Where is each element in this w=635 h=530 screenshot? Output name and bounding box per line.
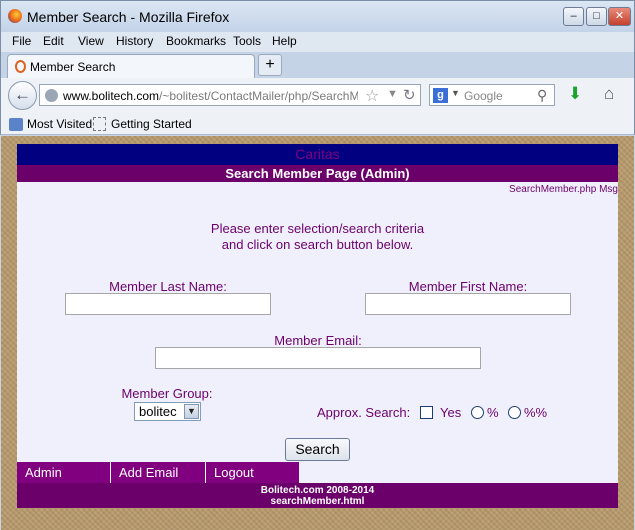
last-name-label: Member Last Name: bbox=[109, 279, 227, 294]
menu-file[interactable]: File bbox=[12, 34, 31, 48]
first-name-field[interactable] bbox=[365, 293, 571, 315]
last-name-field[interactable] bbox=[65, 293, 271, 315]
email-field[interactable] bbox=[155, 347, 481, 369]
home-icon[interactable]: ⌂ bbox=[604, 84, 614, 104]
group-label: Member Group: bbox=[121, 386, 213, 401]
back-button[interactable]: ← bbox=[8, 81, 37, 110]
page-title: Search Member Page (Admin) bbox=[17, 165, 618, 182]
approx-percent-label: % bbox=[487, 405, 499, 420]
globe-icon bbox=[45, 89, 58, 102]
first-name-label: Member First Name: bbox=[408, 279, 528, 294]
firefox-logo-icon bbox=[8, 9, 22, 23]
page-nav: Admin Add Email Logout bbox=[17, 462, 299, 483]
window-title: Member Search - Mozilla Firefox bbox=[27, 9, 230, 25]
approx-double-percent-label: %% bbox=[524, 405, 548, 420]
bookmark-star-icon[interactable]: ☆ bbox=[365, 86, 379, 106]
maximize-button[interactable]: □ bbox=[586, 7, 607, 26]
page-viewport: Caritas Search Member Page (Admin) Searc… bbox=[1, 136, 634, 530]
email-label: Member Email: bbox=[274, 333, 362, 348]
page-icon bbox=[15, 60, 26, 73]
search-button[interactable]: Search bbox=[285, 438, 350, 461]
instructions-line-2: and click on search button below. bbox=[221, 237, 414, 252]
minimize-button[interactable]: – bbox=[563, 7, 584, 26]
bookmarks-bar: Most Visited Getting Started bbox=[0, 113, 635, 135]
chevron-down-icon[interactable]: ▼ bbox=[184, 404, 199, 419]
most-visited-icon bbox=[9, 118, 23, 131]
footer-copyright: Bolitech.com 2008-2014 bbox=[260, 485, 375, 496]
navigation-bar: ← www.bolitech.com/~bolitest/ContactMail… bbox=[0, 78, 635, 113]
url-path: /~bolitest/ContactMailer/php/SearchMembe bbox=[159, 89, 358, 103]
approx-percent-radio[interactable] bbox=[471, 406, 484, 419]
search-engine-dropdown-icon[interactable]: ▼ bbox=[451, 88, 460, 98]
site-header: Caritas bbox=[17, 144, 618, 165]
nav-logout-link[interactable]: Logout bbox=[206, 462, 299, 483]
menu-bar: File Edit View History Bookmarks Tools H… bbox=[0, 32, 635, 52]
msg-link[interactable]: SearchMember.php Msg bbox=[509, 184, 618, 195]
menu-edit[interactable]: Edit bbox=[43, 34, 64, 48]
getting-started-icon bbox=[93, 117, 106, 131]
instructions-line-1: Please enter selection/search criteria bbox=[210, 221, 425, 236]
content-panel: Caritas Search Member Page (Admin) Searc… bbox=[17, 144, 618, 508]
reload-icon[interactable]: ↻ bbox=[403, 86, 416, 104]
footer-filename: searchMember.html bbox=[270, 496, 365, 507]
search-box[interactable]: g ▼ Google ⚲ bbox=[429, 84, 555, 106]
tab-bar: Member Search + bbox=[0, 52, 635, 78]
menu-history[interactable]: History bbox=[116, 34, 153, 48]
menu-view[interactable]: View bbox=[78, 34, 104, 48]
new-tab-button[interactable]: + bbox=[258, 54, 282, 76]
bookmark-most-visited[interactable]: Most Visited bbox=[27, 117, 92, 131]
search-icon[interactable]: ⚲ bbox=[537, 87, 547, 104]
group-selected-value: bolitec bbox=[139, 404, 177, 419]
url-bar[interactable]: www.bolitech.com/~bolitest/ContactMailer… bbox=[39, 84, 421, 106]
menu-bookmarks[interactable]: Bookmarks bbox=[166, 34, 226, 48]
approx-yes-checkbox[interactable] bbox=[420, 406, 433, 419]
approx-yes-label: Yes bbox=[440, 405, 462, 420]
approx-double-percent-radio[interactable] bbox=[508, 406, 521, 419]
window-titlebar: Member Search - Mozilla Firefox – □ ✕ bbox=[0, 0, 635, 32]
url-text[interactable]: www.bolitech.com/~bolitest/ContactMailer… bbox=[63, 89, 358, 103]
bookmark-getting-started[interactable]: Getting Started bbox=[111, 117, 192, 131]
url-domain: www.bolitech.com bbox=[63, 89, 160, 103]
close-button[interactable]: ✕ bbox=[608, 7, 631, 26]
download-icon[interactable]: ⬇ bbox=[568, 84, 582, 104]
google-icon[interactable]: g bbox=[433, 88, 448, 103]
nav-admin-link[interactable]: Admin bbox=[17, 462, 111, 483]
site-name: Caritas bbox=[295, 146, 340, 162]
approx-search-label: Approx. Search: bbox=[317, 405, 411, 420]
nav-add-email-link[interactable]: Add Email bbox=[111, 462, 206, 483]
url-dropdown-icon[interactable]: ▼ bbox=[387, 88, 398, 100]
search-placeholder: Google bbox=[464, 89, 503, 103]
tab-label: Member Search bbox=[30, 60, 116, 74]
menu-tools[interactable]: Tools bbox=[233, 34, 261, 48]
tab-member-search[interactable]: Member Search bbox=[7, 54, 255, 78]
menu-help[interactable]: Help bbox=[272, 34, 297, 48]
page-footer: Bolitech.com 2008-2014 searchMember.html bbox=[17, 483, 618, 508]
group-select[interactable]: bolitec ▼ bbox=[134, 402, 201, 421]
